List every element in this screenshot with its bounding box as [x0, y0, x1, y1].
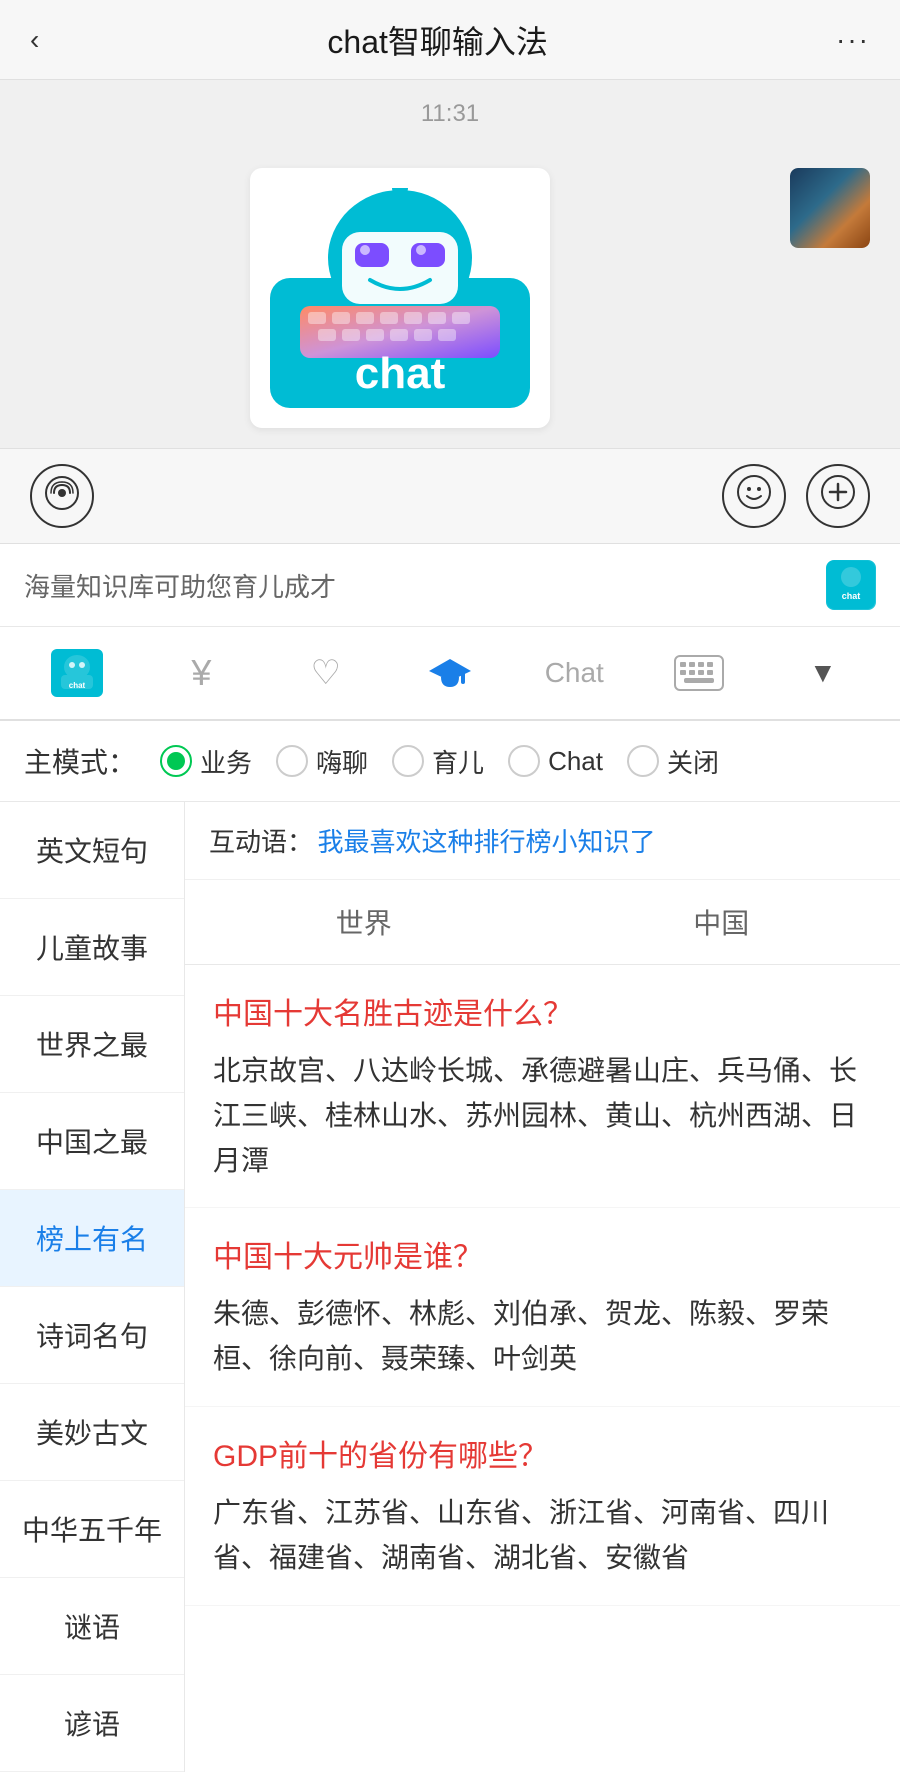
mode-chat-label: 嗨聊 [316, 743, 368, 780]
input-bar [0, 448, 900, 544]
emoji-button[interactable] [722, 464, 786, 528]
banner-logo[interactable]: chat [826, 560, 876, 610]
more-button[interactable]: ··· [836, 24, 870, 56]
sidebar-item-china-5000[interactable]: 中华五千年 [0, 1481, 184, 1578]
toolbar-chat-text[interactable]: Chat [517, 645, 631, 701]
qa-item-1: 中国十大名胜古迹是什么？ 北京故宫、八达岭长城、承德避暑山庄、兵马俑、长江三峡、… [185, 965, 900, 1208]
radio-chat2[interactable] [508, 745, 540, 777]
sidebar-item-world-best[interactable]: 世界之最 [0, 996, 184, 1093]
mode-close-label: 关闭 [667, 743, 719, 780]
logo-svg: chat [270, 188, 530, 408]
sidebar-item-children-story[interactable]: 儿童故事 [0, 899, 184, 996]
voice-icon [44, 475, 80, 518]
message-input[interactable] [114, 464, 702, 528]
tab-world[interactable]: 世界 [185, 880, 543, 964]
chat-text-icon: Chat [545, 657, 604, 689]
sidebar-item-proverb[interactable]: 谚语 [0, 1675, 184, 1772]
interactive-header: 互动语： 我最喜欢这种排行榜小知识了 [185, 802, 900, 880]
sidebar-item-china-best[interactable]: 中国之最 [0, 1093, 184, 1190]
toolbar-arrow-down[interactable]: ▼ [766, 645, 880, 701]
toolbar-keyboard[interactable] [641, 643, 755, 703]
qa-answer-2: 朱德、彭德怀、林彪、刘伯承、贺龙、陈毅、罗荣桓、徐向前、聂荣臻、叶剑英 [213, 1292, 872, 1382]
mode-parenting-label: 育儿 [432, 743, 484, 780]
arrow-down-icon: ▼ [809, 657, 837, 689]
qa-answer-1: 北京故宫、八达岭长城、承德避暑山庄、兵马俑、长江三峡、桂林山水、苏州园林、黄山、… [213, 1049, 872, 1183]
header: ‹ chat智聊输入法 ··· [0, 0, 900, 80]
chat-logo-bubble: chat [250, 168, 550, 428]
qa-item-2: 中国十大元帅是谁？ 朱德、彭德怀、林彪、刘伯承、贺龙、陈毅、罗荣桓、徐向前、聂荣… [185, 1208, 900, 1407]
sidebar-item-ancient-text[interactable]: 美妙古文 [0, 1384, 184, 1481]
toolbar-money[interactable]: ¥ [144, 640, 258, 706]
qa-question-3[interactable]: GDP前十的省份有哪些？ [213, 1431, 872, 1475]
tab-row: 世界 中国 [185, 880, 900, 965]
mode-chat[interactable]: 嗨聊 [276, 743, 368, 780]
interactive-text: 我最喜欢这种排行榜小知识了 [317, 827, 655, 857]
heart-icon: ♡ [310, 653, 340, 693]
plus-button[interactable] [806, 464, 870, 528]
mode-business-label: 业务 [200, 743, 252, 780]
svg-text:chat: chat [355, 349, 446, 398]
user-avatar [790, 168, 870, 248]
mode-selector: 主模式： 业务 嗨聊 育儿 Chat 关闭 [0, 721, 900, 802]
banner: 海量知识库可助您育儿成才 chat [0, 544, 900, 627]
sidebar: 英文短句 儿童故事 世界之最 中国之最 榜上有名 诗词名句 美妙古文 中华五千年… [0, 802, 185, 1772]
sidebar-item-top-list[interactable]: 榜上有名 [0, 1190, 184, 1287]
content-area: 英文短句 儿童故事 世界之最 中国之最 榜上有名 诗词名句 美妙古文 中华五千年… [0, 802, 900, 1772]
money-icon: ¥ [191, 652, 211, 694]
plus-icon [820, 474, 856, 518]
toolbar-chat-logo[interactable]: chat [20, 637, 134, 709]
page-title: chat智聊输入法 [327, 17, 548, 63]
interactive-label: 互动语： [209, 827, 313, 857]
mode-parenting[interactable]: 育儿 [392, 743, 484, 780]
toolbar-education[interactable] [393, 643, 507, 703]
svg-text:chat: chat [842, 591, 861, 601]
mode-business[interactable]: 业务 [160, 743, 252, 780]
sidebar-item-english[interactable]: 英文短句 [0, 802, 184, 899]
mode-chat2[interactable]: Chat [508, 745, 603, 777]
toolbar: chat ¥ ♡ Chat [0, 627, 900, 721]
sidebar-item-riddle[interactable]: 谜语 [0, 1578, 184, 1675]
qa-answer-3: 广东省、江苏省、山东省、浙江省、河南省、四川省、福建省、湖南省、湖北省、安徽省 [213, 1491, 872, 1581]
chat-area: chat [0, 148, 900, 448]
tab-china[interactable]: 中国 [543, 880, 900, 964]
back-button[interactable]: ‹ [30, 24, 39, 56]
toolbar-heart[interactable]: ♡ [269, 641, 383, 705]
sidebar-item-poetry[interactable]: 诗词名句 [0, 1287, 184, 1384]
mode-chat2-label: Chat [548, 746, 603, 777]
radio-business[interactable] [160, 745, 192, 777]
main-content: 互动语： 我最喜欢这种排行榜小知识了 世界 中国 中国十大名胜古迹是什么？ 北京… [185, 802, 900, 1772]
qa-question-1[interactable]: 中国十大名胜古迹是什么？ [213, 989, 872, 1033]
radio-close[interactable] [627, 745, 659, 777]
emoji-icon [736, 474, 772, 518]
qa-question-2[interactable]: 中国十大元帅是谁？ [213, 1232, 872, 1276]
radio-business-inner [167, 752, 185, 770]
voice-button[interactable] [30, 464, 94, 528]
svg-text:chat: chat [69, 681, 86, 690]
timestamp: 11:31 [0, 80, 900, 148]
mode-label: 主模式： [24, 741, 136, 781]
banner-text: 海量知识库可助您育儿成才 [24, 567, 336, 604]
qa-item-3: GDP前十的省份有哪些？ 广东省、江苏省、山东省、浙江省、河南省、四川省、福建省… [185, 1407, 900, 1606]
mode-close[interactable]: 关闭 [627, 743, 719, 780]
radio-parenting[interactable] [392, 745, 424, 777]
radio-chat[interactable] [276, 745, 308, 777]
